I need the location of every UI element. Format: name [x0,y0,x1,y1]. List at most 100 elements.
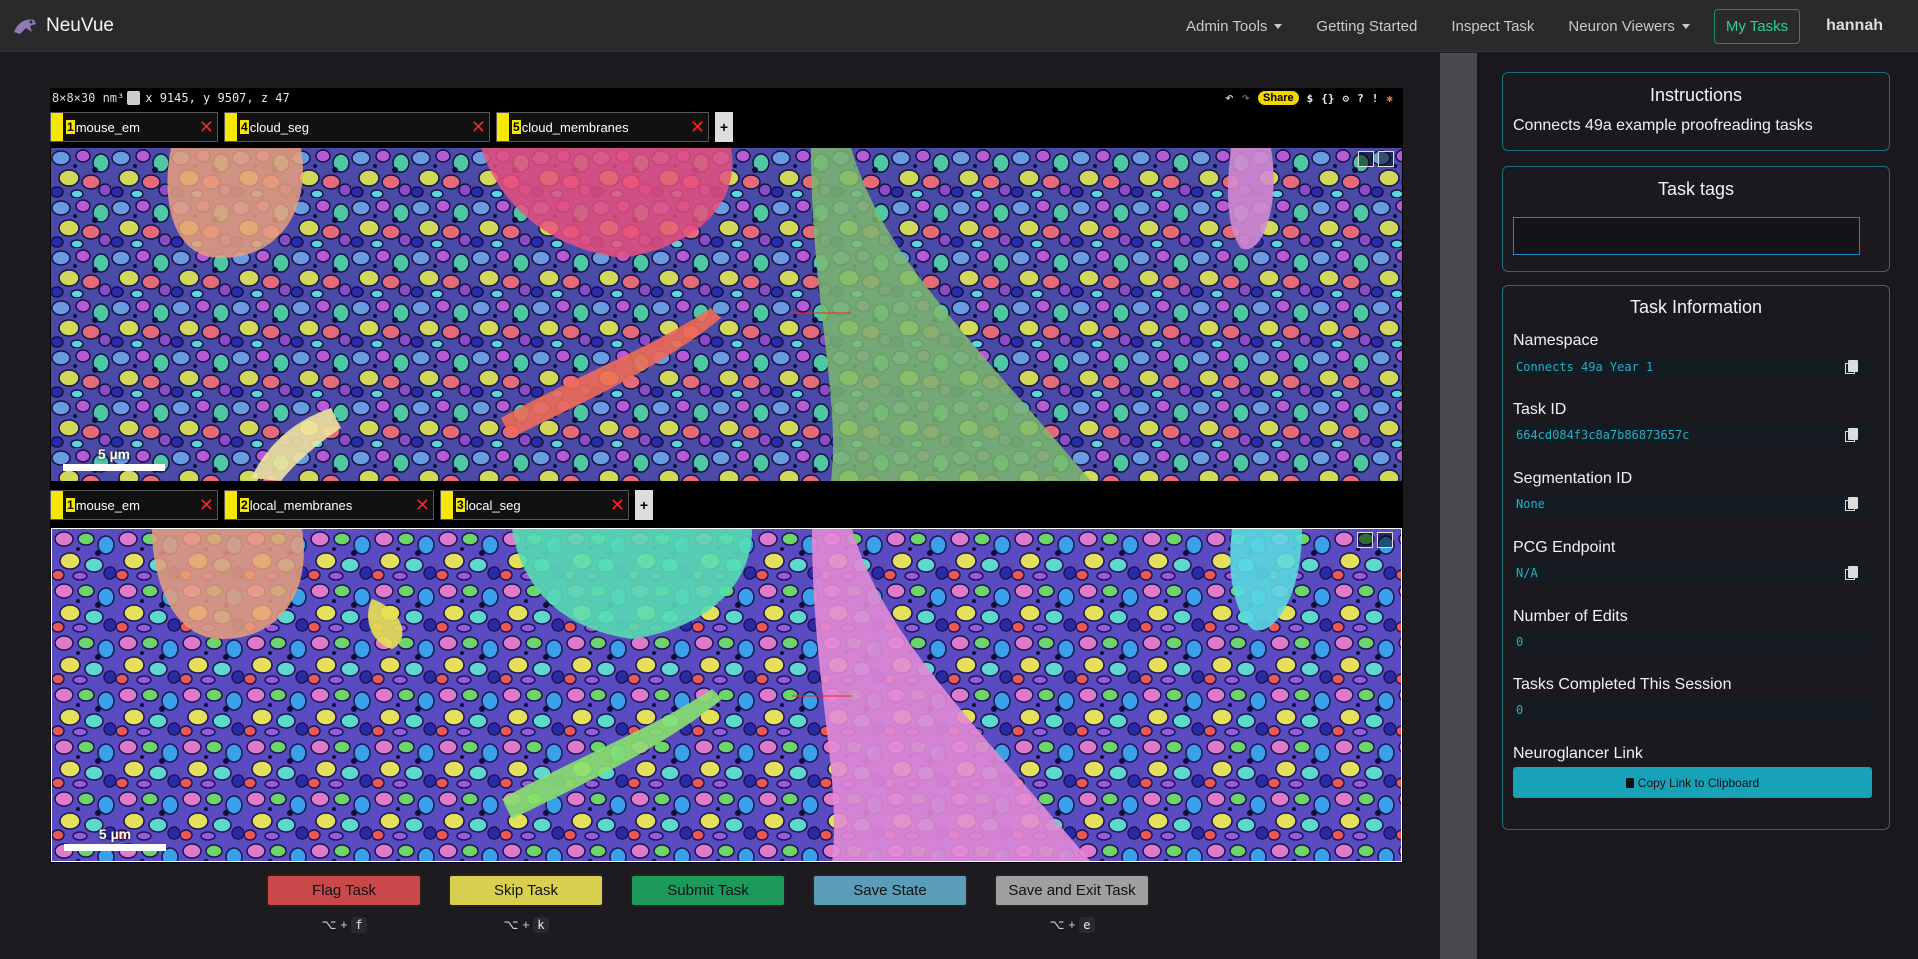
scale-bar: 5 µm [64,826,166,851]
layer-name: mouse_em [75,119,140,135]
flag-task-button[interactable]: Flag Task [266,874,422,907]
nav-inspect-task[interactable]: Inspect Task [1451,18,1534,35]
dollar-icon[interactable]: $ [1307,92,1314,105]
brand[interactable]: NeuVue [12,15,114,37]
instructions-card: Instructions Connects 49a example proofr… [1502,72,1890,151]
layer-visibility-toggle[interactable] [441,491,453,519]
panel-maximize-icon[interactable] [1378,151,1394,167]
close-icon[interactable]: ✕ [610,496,625,514]
skip-task-action: Skip Task ⌥ + k [448,874,604,935]
namespace-text: Connects 49a Year 1 [1516,360,1654,374]
braces-icon[interactable]: {} [1321,92,1334,105]
panel-layout-icon[interactable] [1358,151,1374,167]
save-state-button[interactable]: Save State [812,874,968,907]
save-and-exit-button[interactable]: Save and Exit Task [994,874,1150,907]
ng-status-bar: 8×8×30 nm³ x 9145, y 9507, z 47 ↶ ↷ Shar… [50,88,1403,108]
layer-visibility-toggle[interactable] [225,113,237,141]
user-menu[interactable]: hannah [1826,17,1892,35]
skip-task-shortcut: ⌥ + k [448,917,604,935]
number-of-edits-text: 0 [1516,635,1524,649]
scale-bar-label: 5 µm [97,446,131,462]
shortcut-modifier: ⌥ + [321,917,352,932]
layer-visibility-toggle[interactable] [225,491,237,519]
layer-chip[interactable]: 4 cloud_seg ✕ [224,112,490,142]
save-state-shortcut [812,917,968,935]
scale-bar: 5 µm [63,446,165,471]
tasks-completed-label: Tasks Completed This Session [1513,676,1732,693]
chevron-down-icon [1681,24,1690,30]
layer-number: 5 [512,120,521,134]
save-exit-shortcut: ⌥ + e [994,917,1150,935]
shortcut-modifier: ⌥ + [503,917,534,932]
panel-divider[interactable] [1440,53,1477,959]
add-layer-button[interactable]: + [635,490,653,520]
top-layer-bar: 1 mouse_em ✕ 4 cloud_seg ✕ 5 cloud_membr… [50,109,1403,145]
copy-icon[interactable] [1845,360,1858,374]
nav-neuron-viewers-label: Neuron Viewers [1568,17,1675,35]
neuroglancer-link-label: Neuroglancer Link [1513,745,1643,762]
layer-chip[interactable]: 1 mouse_em ✕ [50,490,218,520]
position-coords[interactable]: x 9145, y 9507, z 47 [145,91,290,105]
instructions-text: Connects 49a example proofreading tasks [1513,117,1813,134]
layer-chip[interactable]: 5 cloud_membranes ✕ [496,112,709,142]
bottom-segmentation-panel[interactable]: 5 µm [51,528,1402,862]
top-segmentation-panel[interactable]: 5 µm [51,148,1402,481]
layer-visibility-toggle[interactable] [51,491,63,519]
close-icon[interactable]: ✕ [415,496,430,514]
user-name: hannah [1826,17,1883,34]
close-icon[interactable]: ✕ [199,496,214,514]
add-layer-button[interactable]: + [715,112,733,142]
layer-name: cloud_seg [249,119,309,135]
copy-icon[interactable] [1845,566,1858,580]
redo-icon[interactable]: ↷ [1242,90,1250,106]
close-icon[interactable]: ✕ [690,118,705,136]
layer-visibility-toggle[interactable] [51,113,63,141]
layer-chip[interactable]: 1 mouse_em ✕ [50,112,218,142]
copy-icon[interactable] [1845,428,1858,442]
scale-bar-line [64,844,166,851]
alert-icon[interactable]: ! [1372,92,1379,105]
task-id-value: 664cd084f3c8a7b86873657c [1513,424,1872,446]
layer-name: mouse_em [75,497,140,513]
close-icon[interactable]: ✕ [471,118,486,136]
nav-my-tasks-button[interactable]: My Tasks [1713,8,1801,44]
submit-task-button[interactable]: Submit Task [630,874,786,907]
layer-number: 1 [66,498,75,512]
shortcut-key: e [1079,917,1095,933]
copy-icon[interactable] [1845,497,1858,511]
submit-task-shortcut [630,917,786,935]
layer-name: local_membranes [249,497,353,513]
undo-icon[interactable]: ↶ [1225,90,1233,106]
share-button[interactable]: Share [1258,91,1299,105]
navbar: NeuVue Admin Tools Getting Started Inspe… [0,0,1918,52]
segmentation-id-label: Segmentation ID [1513,470,1633,487]
panel-layout-icon[interactable] [1357,532,1373,548]
task-actions: Flag Task ⌥ + f Skip Task ⌥ + k Submit T… [266,874,1176,935]
help-icon[interactable]: ? [1357,92,1364,105]
nav-getting-started[interactable]: Getting Started [1316,18,1417,35]
flag-task-action: Flag Task ⌥ + f [266,874,422,935]
close-icon[interactable]: ✕ [199,118,214,136]
submit-task-action: Submit Task [630,874,786,935]
layer-number: 1 [66,120,75,134]
instructions-title: Instructions [1649,85,1743,105]
shortcut-key: k [533,917,549,933]
settings-icon[interactable]: ⚙ [1343,92,1350,105]
bug-icon[interactable]: ✱ [1386,92,1393,105]
layer-chip[interactable]: 3 local_seg ✕ [440,490,629,520]
nav-neuron-viewers[interactable]: Neuron Viewers [1568,17,1690,35]
nav-admin-tools[interactable]: Admin Tools [1186,18,1283,35]
layer-name: local_seg [465,497,521,513]
skip-task-button[interactable]: Skip Task [448,874,604,907]
task-tags-card: Task tags [1502,166,1890,272]
copy-coords-icon[interactable] [127,91,141,105]
segmentation-id-value: None [1513,493,1872,515]
copy-link-button[interactable]: Copy Link to Clipboard [1513,767,1872,798]
layer-number: 3 [456,498,465,512]
brand-name: NeuVue [46,14,114,36]
panel-maximize-icon[interactable] [1377,532,1393,548]
layer-visibility-toggle[interactable] [497,113,509,141]
layer-chip[interactable]: 2 local_membranes ✕ [224,490,434,520]
pcg-endpoint-value: N/A [1513,562,1872,584]
task-tags-input[interactable] [1513,217,1860,255]
